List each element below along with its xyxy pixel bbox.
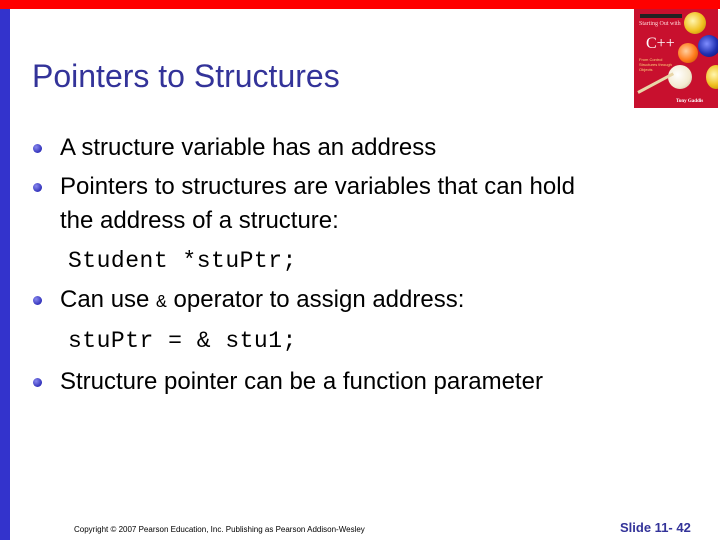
- copyright-notice: Copyright © 2007 Pearson Education, Inc.…: [74, 525, 365, 534]
- bullet-text: Can use & operator to assign address:: [60, 283, 464, 320]
- slide-number: Slide 11- 42: [620, 520, 691, 535]
- bullet-icon: [33, 296, 42, 305]
- slide-title: Pointers to Structures: [32, 58, 340, 94]
- cover-author: Tony Gaddis: [676, 99, 704, 104]
- bullet-icon: [33, 183, 42, 192]
- billiard-ball-icon: [698, 35, 718, 57]
- bullet-text-part: Can use: [60, 286, 157, 313]
- cover-edition-band: [640, 14, 682, 18]
- bullet-text: Structure pointer can be a function para…: [60, 368, 543, 395]
- code-snippet: Student *stuPtr;: [68, 248, 297, 274]
- top-accent-bar: [0, 0, 720, 9]
- bullet-text: Pointers to structures are variables tha…: [60, 173, 575, 200]
- code-snippet: stuPtr = & stu1;: [68, 328, 297, 354]
- inline-code: &: [156, 293, 167, 313]
- bullet-text-continued: the address of a structure:: [60, 207, 339, 234]
- bullet-icon: [33, 378, 42, 387]
- billiard-ball-icon: [706, 65, 718, 89]
- cue-stick-icon: [637, 72, 675, 94]
- bullet-icon: [33, 144, 42, 153]
- cue-ball-icon: [668, 65, 692, 89]
- left-accent-bar: [0, 9, 10, 540]
- bullet-text: A structure variable has an address: [60, 134, 437, 161]
- cover-language: C++: [646, 35, 675, 52]
- book-cover-image: Starting Out with C++ From Control Struc…: [634, 9, 718, 108]
- billiard-ball-icon: [678, 43, 698, 63]
- billiard-ball-icon: [684, 12, 706, 34]
- cover-title: Starting Out with: [639, 21, 681, 27]
- bullet-text-part: operator to assign address:: [166, 286, 465, 313]
